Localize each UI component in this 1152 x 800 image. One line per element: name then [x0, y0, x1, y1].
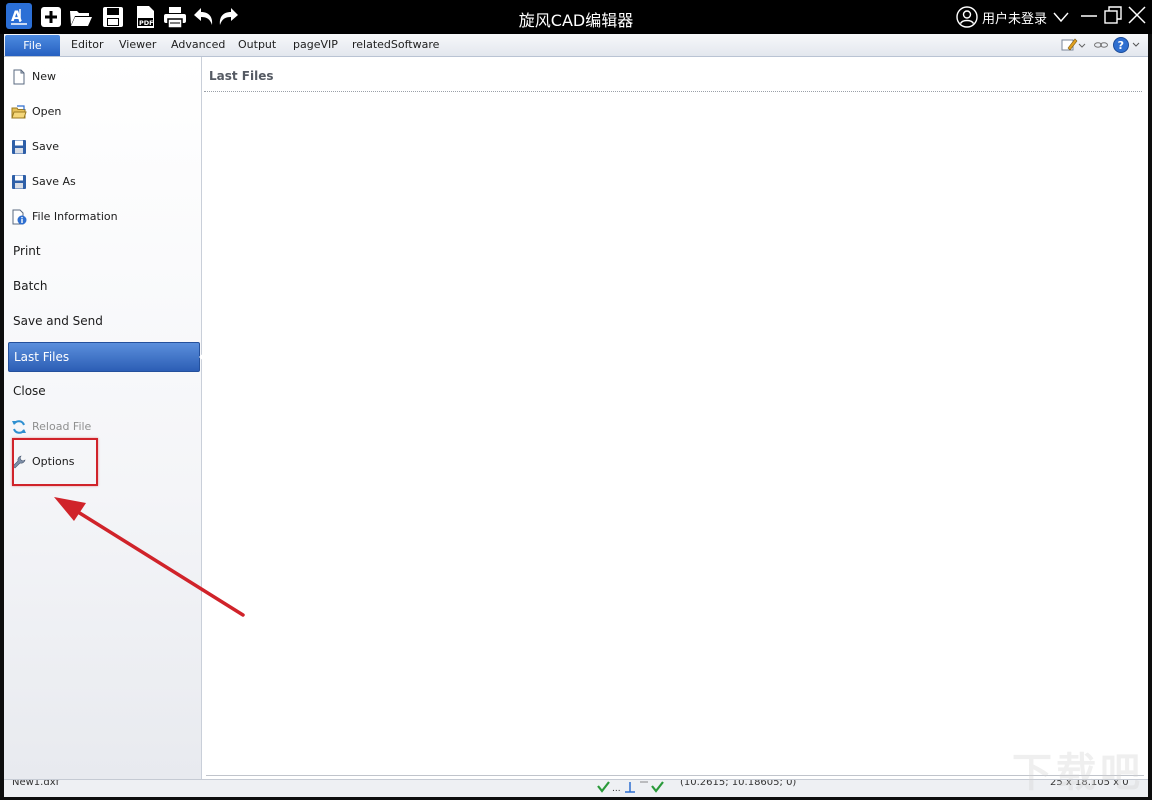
svg-text:...: ...: [612, 784, 621, 794]
reload-icon: [12, 420, 26, 434]
tab-related-software[interactable]: relatedSoftware: [352, 38, 439, 51]
edit-style-icon: [1061, 38, 1086, 51]
menu-item-label: Batch: [13, 279, 48, 293]
menu-item-label: Print: [13, 244, 41, 258]
menu-item-print[interactable]: Print: [8, 237, 198, 267]
menu-item-open[interactable]: Open: [8, 97, 198, 127]
tab-viewer[interactable]: Viewer: [119, 38, 156, 51]
pdf-icon[interactable]: PDF: [132, 4, 158, 30]
panel-title: Last Files: [209, 69, 274, 83]
svg-text:?: ?: [1118, 39, 1124, 52]
link-button[interactable]: [1092, 36, 1110, 54]
menu-item-new[interactable]: New: [8, 62, 198, 92]
user-login-button[interactable]: 用户未登录: [956, 5, 1070, 29]
menu-item-save-as[interactable]: Save As: [8, 167, 198, 197]
help-button[interactable]: ?: [1112, 36, 1146, 54]
close-window-button[interactable]: [1126, 4, 1148, 26]
customize-quick-access-button[interactable]: [1060, 36, 1086, 54]
watermark: 下载吧: [1012, 750, 1144, 796]
ribbon-tab-bar: File Editor Viewer Advanced Output pageV…: [4, 34, 1148, 57]
tab-file[interactable]: File: [5, 35, 60, 56]
user-icon: [956, 6, 978, 28]
new-file-icon[interactable]: [38, 4, 64, 30]
chevron-down-icon: [1053, 12, 1069, 23]
restore-icon: [1104, 6, 1122, 24]
tab-output[interactable]: Output: [238, 38, 276, 51]
restore-button[interactable]: [1102, 4, 1124, 26]
status-coordinates: (10.2615; 10.18605; 0): [680, 779, 797, 788]
tab-advanced[interactable]: Advanced: [171, 38, 225, 51]
highlight-box: [12, 438, 98, 486]
last-files-panel: Last Files: [202, 57, 1148, 779]
status-bar: New1.dxf ... (10.2615; 10.18605; 0) 25 x…: [4, 779, 1148, 797]
open-folder-icon[interactable]: [68, 4, 94, 30]
minimize-icon: [1081, 15, 1097, 17]
status-toggle-icons[interactable]: ...: [596, 780, 666, 794]
menu-item-close[interactable]: Close: [8, 377, 198, 407]
app-logo-icon[interactable]: A: [6, 3, 32, 29]
open-folder-icon: [11, 105, 27, 119]
minimize-button[interactable]: [1078, 4, 1100, 26]
new-doc-icon: [13, 69, 25, 85]
menu-item-label: New: [32, 70, 56, 83]
menu-item-label: File Information: [32, 210, 118, 223]
menu-item-last-files[interactable]: Last Files: [8, 342, 208, 372]
menu-item-label: Save: [32, 140, 60, 153]
status-file-name: New1.dxf: [12, 779, 60, 788]
menu-item-label: Close: [13, 384, 46, 398]
redo-icon[interactable]: [216, 4, 242, 30]
user-label: 用户未登录: [982, 11, 1048, 27]
tab-editor[interactable]: Editor: [71, 38, 104, 51]
title-bar: A PDF 旋风CAD编辑器 用户未登录: [0, 0, 1152, 34]
menu-item-batch[interactable]: Batch: [8, 272, 198, 302]
undo-icon[interactable]: [190, 4, 216, 30]
file-menu-sidebar: New Open Save Save As File Information P…: [4, 57, 208, 779]
help-icon: ?: [1113, 37, 1140, 53]
menu-item-label: Last Files: [14, 350, 70, 364]
menu-item-label: Open: [32, 105, 62, 118]
menu-item-label: Save As: [32, 175, 76, 188]
floppy-icon: [12, 175, 26, 189]
svg-text:PDF: PDF: [139, 19, 154, 27]
floppy-icon: [12, 140, 26, 154]
menu-item-file-information[interactable]: File Information: [8, 202, 198, 232]
print-icon[interactable]: [162, 4, 188, 30]
tab-pagevip[interactable]: pageVIP: [293, 38, 338, 51]
menu-item-save[interactable]: Save: [8, 132, 198, 162]
divider: [204, 91, 1142, 92]
menu-item-label: Save and Send: [13, 314, 103, 328]
menu-item-label: Reload File: [32, 420, 92, 433]
divider: [206, 775, 1144, 776]
menu-item-save-and-send[interactable]: Save and Send: [8, 307, 198, 337]
close-icon: [1128, 6, 1146, 24]
save-icon[interactable]: [100, 4, 126, 30]
link-icon: [1094, 42, 1108, 48]
file-info-icon: [12, 209, 27, 225]
